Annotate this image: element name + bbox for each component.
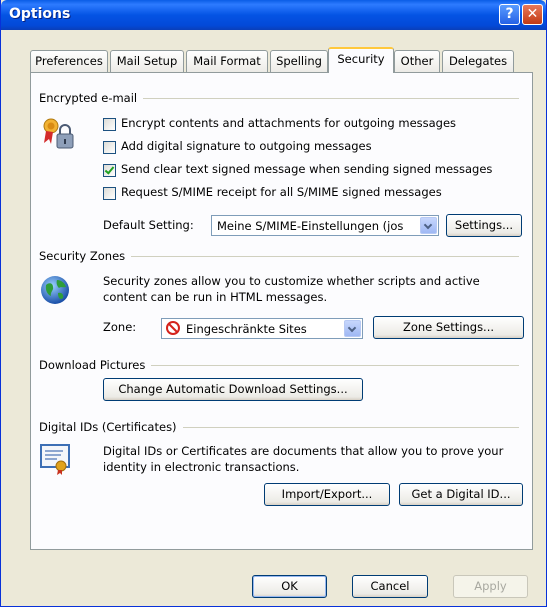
- security-zones-description: Security zones allow you to customize wh…: [103, 274, 480, 288]
- default-setting-dropdown[interactable]: Meine S/MIME-Einstellungen (jos: [211, 215, 439, 236]
- tab-security[interactable]: Security: [328, 47, 394, 73]
- clear-text-signed-checkbox[interactable]: [103, 164, 116, 177]
- get-digital-id-button[interactable]: Get a Digital ID...: [399, 483, 523, 506]
- add-signature-checkbox[interactable]: [103, 141, 116, 154]
- download-pictures-heading: Download Pictures: [39, 358, 152, 372]
- globe-icon: [39, 274, 71, 306]
- digital-ids-heading: Digital IDs (Certificates): [39, 420, 183, 434]
- smime-receipt-label[interactable]: Request S/MIME receipt for all S/MIME si…: [121, 185, 442, 199]
- help-button[interactable]: ?: [499, 4, 520, 25]
- digital-ids-description-2: identity in electronic transactions.: [103, 460, 300, 474]
- options-dialog: Options ? ✕ Preferences Mail Setup Mail …: [0, 0, 547, 607]
- import-export-button[interactable]: Import/Export...: [264, 483, 390, 506]
- digital-ids-description: Digital IDs or Certificates are document…: [103, 444, 504, 458]
- title-bar[interactable]: Options ? ✕: [1, 0, 546, 30]
- cancel-button[interactable]: Cancel: [352, 575, 428, 598]
- apply-button[interactable]: Apply: [453, 575, 528, 598]
- zone-label: Zone:: [103, 320, 137, 334]
- encrypted-email-heading: Encrypted e-mail: [39, 91, 144, 105]
- certificate-lock-icon: [41, 116, 77, 152]
- tab-mail-setup[interactable]: Mail Setup: [110, 50, 184, 72]
- smime-receipt-checkbox[interactable]: [103, 187, 116, 200]
- add-signature-label[interactable]: Add digital signature to outgoing messag…: [121, 139, 372, 153]
- settings-button[interactable]: Settings...: [446, 214, 522, 237]
- encrypt-contents-checkbox[interactable]: [103, 118, 116, 131]
- change-download-settings-button[interactable]: Change Automatic Download Settings...: [103, 378, 363, 401]
- security-zones-description-2: content can be run in HTML messages.: [103, 290, 328, 304]
- default-setting-label: Default Setting:: [103, 218, 194, 232]
- certificate-icon: [39, 442, 73, 476]
- encrypt-contents-label[interactable]: Encrypt contents and attachments for out…: [121, 116, 456, 130]
- zone-dropdown[interactable]: Eingeschränkte Sites: [161, 318, 363, 339]
- chevron-down-icon[interactable]: [420, 217, 437, 234]
- close-button[interactable]: ✕: [522, 4, 543, 25]
- security-zones-heading: Security Zones: [39, 249, 132, 263]
- tab-other[interactable]: Other: [394, 50, 440, 72]
- default-setting-value: Meine S/MIME-Einstellungen (jos: [217, 219, 404, 233]
- clear-text-signed-label[interactable]: Send clear text signed message when send…: [121, 162, 492, 176]
- tab-delegates[interactable]: Delegates: [442, 50, 514, 72]
- restricted-sites-icon: [166, 321, 180, 335]
- tab-preferences[interactable]: Preferences: [30, 50, 108, 72]
- zone-settings-button[interactable]: Zone Settings...: [373, 316, 524, 339]
- ok-button[interactable]: OK: [252, 575, 327, 598]
- window-title: Options: [9, 6, 71, 22]
- zone-value: Eingeschränkte Sites: [186, 322, 307, 336]
- chevron-down-icon[interactable]: [344, 320, 361, 337]
- tab-mail-format[interactable]: Mail Format: [186, 50, 268, 72]
- tab-spelling[interactable]: Spelling: [270, 50, 328, 72]
